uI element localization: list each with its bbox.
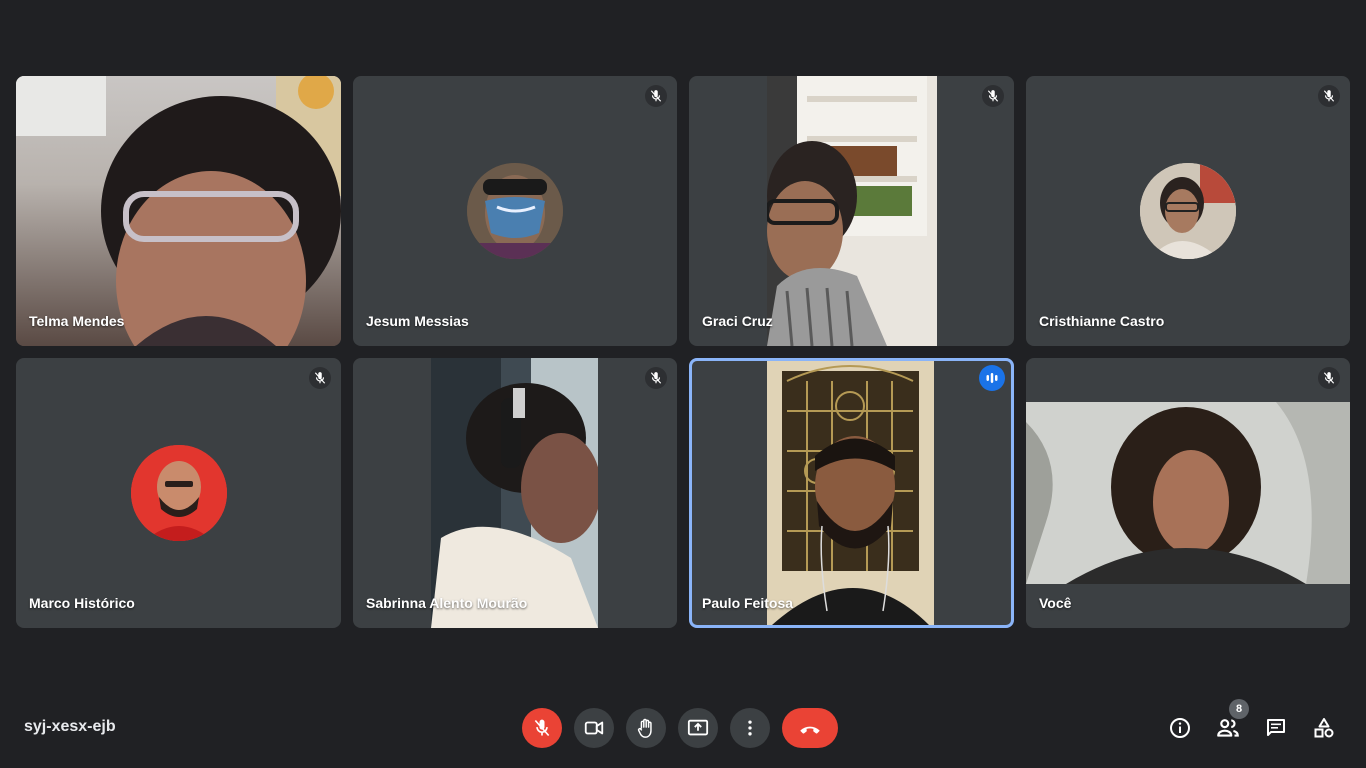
participant-name: Você <box>1039 595 1072 611</box>
camera-icon <box>583 717 605 739</box>
chat-icon <box>1264 716 1288 740</box>
mic-toggle-button[interactable] <box>522 708 562 748</box>
present-screen-icon <box>687 717 709 739</box>
mic-off-icon <box>1318 367 1340 389</box>
participant-video <box>431 358 598 628</box>
hand-icon <box>635 717 657 739</box>
speaking-indicator-icon <box>979 365 1005 391</box>
mic-off-icon <box>645 85 667 107</box>
activities-icon <box>1312 716 1336 740</box>
participant-name: Marco Histórico <box>29 595 135 611</box>
avatar <box>1140 163 1236 259</box>
mic-off-icon <box>645 367 667 389</box>
participant-tile-jesum-messias[interactable]: Jesum Messias <box>353 76 677 346</box>
participant-video <box>767 76 937 346</box>
participant-name: Sabrinna Alento Mourão <box>366 595 528 611</box>
participant-video <box>16 76 341 346</box>
mic-off-icon <box>1318 85 1340 107</box>
participant-name: Jesum Messias <box>366 313 469 329</box>
participant-name: Cristhianne Castro <box>1039 313 1165 329</box>
participant-name: Paulo Feitosa <box>702 595 794 611</box>
mic-off-icon <box>532 718 552 738</box>
participant-tile-graci-cruz[interactable]: Graci Cruz <box>689 76 1014 346</box>
meeting-details-button[interactable] <box>1164 712 1196 744</box>
participant-name: Telma Mendes <box>29 313 125 329</box>
hang-up-icon <box>797 715 823 741</box>
participant-tile-cristhianne-castro[interactable]: Cristhianne Castro <box>1026 76 1350 346</box>
chat-button[interactable] <box>1260 712 1292 744</box>
mic-off-icon <box>309 367 331 389</box>
present-screen-button[interactable] <box>678 708 718 748</box>
avatar <box>130 445 227 541</box>
more-options-button[interactable] <box>730 708 770 748</box>
participant-tile-sabrinna-alento-mourao[interactable]: Sabrinna Alento Mourão <box>353 358 677 628</box>
participant-tile-voce[interactable]: Você <box>1026 358 1350 628</box>
raise-hand-button[interactable] <box>626 708 666 748</box>
participant-tile-marco-historico[interactable]: Marco Histórico <box>16 358 341 628</box>
meeting-code: syj-xesx-ejb <box>24 718 116 735</box>
leave-call-button[interactable] <box>782 708 838 748</box>
participants-count-badge: 8 <box>1229 699 1249 719</box>
participant-video <box>1026 402 1350 584</box>
participant-tile-telma-mendes[interactable]: Telma Mendes <box>16 76 341 346</box>
participant-name: Graci Cruz <box>702 313 773 329</box>
camera-toggle-button[interactable] <box>574 708 614 748</box>
participant-video <box>767 361 934 625</box>
avatar <box>467 163 563 259</box>
participant-tile-paulo-feitosa[interactable]: Paulo Feitosa <box>689 358 1014 628</box>
activities-button[interactable] <box>1308 712 1340 744</box>
more-options-icon <box>740 718 760 738</box>
info-icon <box>1168 716 1192 740</box>
mic-off-icon <box>982 85 1004 107</box>
